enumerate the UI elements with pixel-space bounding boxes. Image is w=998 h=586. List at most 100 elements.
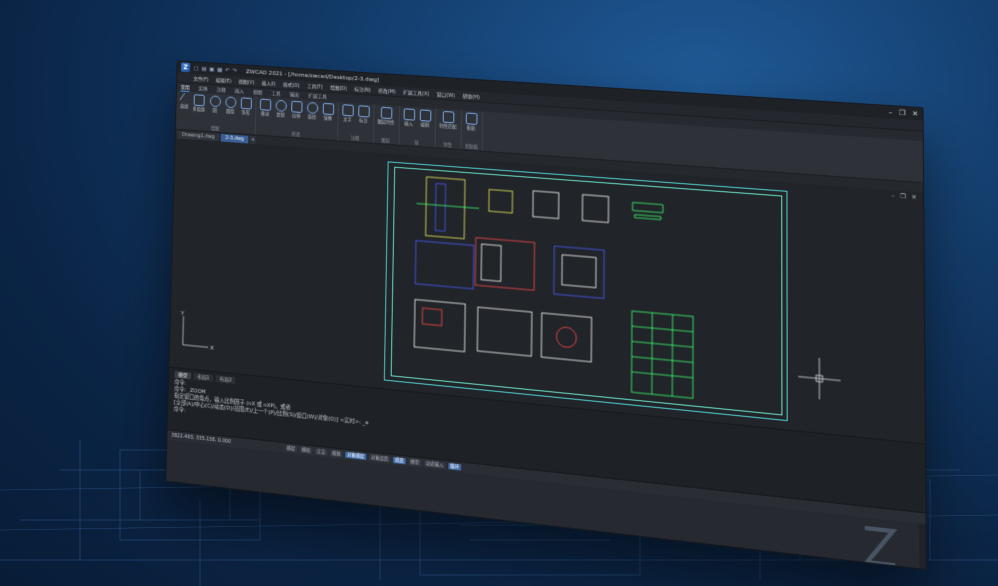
menu-help[interactable]: 帮助(H): [462, 92, 479, 100]
app-window: Z ▢ ▤ ▣ ▦ ↶ ↷ ZWCAD 2021 - [/home/zwcad/…: [165, 60, 927, 571]
menu-view[interactable]: 视图(V): [238, 78, 254, 86]
menu-dimension[interactable]: 标注(N): [354, 85, 371, 93]
restore-icon[interactable]: ❐: [899, 109, 906, 118]
rectangle-icon: [240, 97, 252, 110]
block-edit-icon: [419, 109, 431, 122]
ribbon-group-annotate: 文字 标注 注释: [337, 101, 375, 143]
scene: Z ▢ ▤ ▣ ▦ ↶ ↷ ZWCAD 2021 - [/home/zwcad/…: [0, 0, 998, 586]
layer-properties-button[interactable]: 图层特性: [377, 106, 395, 126]
match-properties-button[interactable]: 特性匹配: [439, 110, 457, 130]
menu-format[interactable]: 格式(O): [283, 81, 300, 89]
tab-solid[interactable]: 实体: [199, 85, 208, 92]
group-label-layers: 图层: [381, 138, 390, 145]
print-icon[interactable]: ▦: [217, 66, 222, 73]
svg-text:Y: Y: [180, 310, 185, 317]
cad-drawing: [385, 162, 787, 420]
line-tool-button[interactable]: 直线: [179, 92, 190, 110]
paste-button[interactable]: 粘贴: [465, 112, 478, 132]
block-insert-icon: [403, 108, 415, 121]
layout-tab-model[interactable]: 模型: [174, 370, 192, 380]
edit-block-button[interactable]: 编辑: [419, 109, 431, 128]
status-osnap-button[interactable]: 对象捕捉: [345, 451, 367, 461]
text-icon: [341, 104, 354, 117]
tab-annotate[interactable]: 注释: [217, 86, 226, 93]
circle-icon: [209, 95, 221, 108]
menu-file[interactable]: 文件(F): [193, 75, 208, 83]
save-icon[interactable]: ▣: [209, 66, 214, 73]
tab-view[interactable]: 视图: [253, 89, 262, 96]
text-tool-button[interactable]: 文字: [341, 104, 354, 123]
menu-extensions[interactable]: 扩展工具(X): [403, 88, 429, 96]
tab-output[interactable]: 输出: [290, 91, 299, 98]
viewport-controls: – ❐ ✕: [892, 192, 917, 201]
menu-draw[interactable]: 绘图(D): [330, 84, 347, 92]
cursor-crosshair-icon: [798, 356, 841, 402]
line-icon: [179, 92, 190, 105]
app-logo-icon: Z: [181, 62, 191, 73]
layout-tab-1[interactable]: 布局1: [193, 372, 214, 382]
copy-icon: [275, 99, 287, 112]
move-tool-button[interactable]: 移动: [259, 98, 271, 118]
ribbon-group-clipboard: 粘贴 剪贴板: [461, 110, 484, 151]
menu-modify[interactable]: 修改(M): [378, 87, 395, 95]
circle-tool-button[interactable]: 圆: [209, 95, 221, 114]
status-lineweight-button[interactable]: 线宽: [393, 457, 406, 465]
ucs-axis-icon: X Y: [180, 310, 214, 352]
menu-edit[interactable]: 编辑(E): [216, 76, 232, 84]
arc-tool-button[interactable]: 圆弧: [224, 96, 237, 115]
ribbon-group-layers: 图层特性 图层: [373, 104, 400, 145]
status-snap-button[interactable]: 捕捉: [284, 445, 298, 453]
zwcad-watermark-icon: [860, 521, 899, 570]
polyline-tool-button[interactable]: 多段线: [193, 94, 206, 113]
tab-home[interactable]: 常用: [180, 83, 190, 92]
dimension-tool-button[interactable]: 标注: [357, 105, 370, 124]
ribbon-group-properties: 特性匹配 特性: [435, 108, 462, 150]
group-label-clipboard: 剪贴板: [464, 144, 479, 151]
minimize-icon[interactable]: –: [889, 108, 893, 116]
status-model-button[interactable]: 模型: [408, 458, 422, 467]
paste-icon: [465, 112, 478, 125]
menu-tools[interactable]: 工具(T): [307, 82, 323, 90]
tab-tools[interactable]: 工具: [271, 90, 280, 97]
mirror-tool-button[interactable]: 镜像: [322, 102, 334, 122]
mirror-icon: [322, 102, 334, 116]
menu-window[interactable]: 窗口(W): [437, 91, 455, 99]
status-grid-button[interactable]: 栅格: [299, 446, 313, 454]
rotate-icon: [306, 101, 318, 115]
redo-icon[interactable]: ↷: [232, 67, 237, 74]
copy-tool-button[interactable]: 复制: [275, 99, 287, 119]
ribbon-group-block: 插入 编辑 块: [398, 106, 436, 148]
stretch-tool-button[interactable]: 拉伸: [290, 100, 303, 120]
stretch-icon: [290, 100, 303, 113]
insert-block-button[interactable]: 插入: [403, 108, 415, 127]
match-properties-icon: [442, 110, 454, 124]
layout-tab-2[interactable]: 布局2: [215, 375, 236, 384]
new-tab-icon[interactable]: +: [250, 135, 256, 144]
menu-insert[interactable]: 插入(I): [262, 79, 276, 87]
viewport-close-icon[interactable]: ✕: [911, 194, 916, 202]
rectangle-tool-button[interactable]: 矩形: [240, 97, 252, 116]
move-icon: [259, 98, 271, 111]
ribbon-group-modify: 移动 复制 拉伸 旋转 镜像 修改: [255, 96, 339, 141]
rotate-tool-button[interactable]: 旋转: [306, 101, 318, 121]
close-icon[interactable]: ✕: [912, 110, 918, 119]
status-otrack-button[interactable]: 对象追踪: [369, 454, 391, 463]
undo-icon[interactable]: ↶: [225, 67, 230, 74]
status-ortho-button[interactable]: 正交: [314, 448, 328, 456]
quick-access-toolbar: ▢ ▤ ▣ ▦ ↶ ↷: [194, 65, 237, 74]
status-dynamic-input-button[interactable]: 动态输入: [423, 460, 446, 469]
vertical-scrollbar[interactable]: [919, 523, 927, 571]
polyline-icon: [193, 94, 205, 107]
status-polar-button[interactable]: 极轴: [329, 450, 343, 458]
window-controls: – ❐ ✕: [889, 108, 919, 118]
ribbon-group-draw: 直线 多段线 圆 圆弧 矩形 绘图: [175, 91, 257, 135]
dimension-icon: [357, 105, 370, 118]
status-cycle-button[interactable]: 循环: [448, 463, 462, 471]
arc-icon: [224, 96, 237, 109]
tab-extensions[interactable]: 扩展工具: [308, 92, 327, 100]
new-icon[interactable]: ▢: [194, 65, 199, 72]
viewport-restore-icon[interactable]: ❐: [900, 193, 906, 201]
open-icon[interactable]: ▤: [201, 65, 206, 72]
viewport-minimize-icon[interactable]: –: [892, 192, 895, 199]
tab-insert[interactable]: 插入: [235, 88, 244, 94]
